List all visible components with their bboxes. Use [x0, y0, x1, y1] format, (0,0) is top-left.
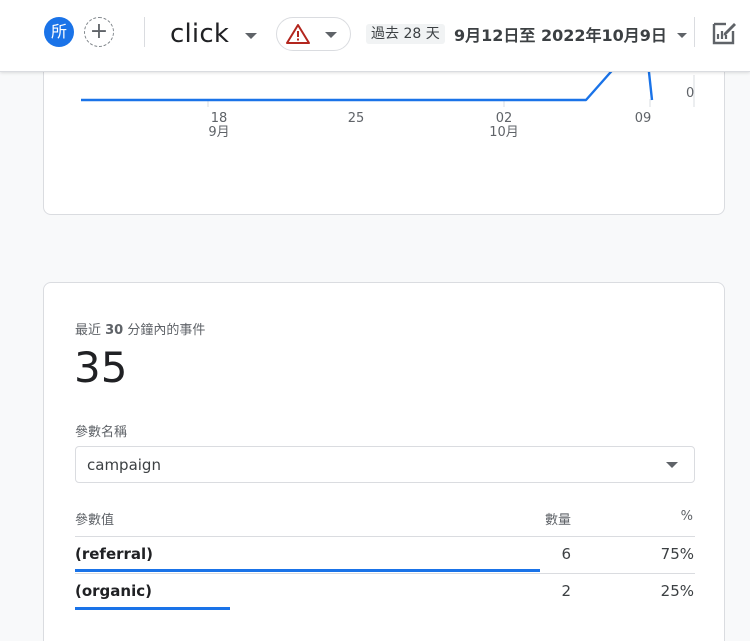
- column-header-count: 數量: [544, 513, 571, 528]
- chevron-down-icon: [325, 32, 337, 38]
- table-row[interactable]: (organic) 2 25%: [75, 574, 695, 611]
- recent-events-label: 最近 30 分鐘內的事件: [75, 319, 205, 338]
- warning-icon: [286, 24, 310, 44]
- parameter-name-label: 參數名稱: [75, 425, 128, 440]
- column-header-percent: %: [680, 509, 693, 524]
- toolbar-divider: [144, 17, 145, 47]
- share-bar: [75, 569, 540, 572]
- share-bar: [75, 607, 230, 610]
- parameter-count: 2: [561, 582, 571, 600]
- parameter-value: (referral): [75, 545, 154, 563]
- event-selector[interactable]: click: [170, 16, 258, 52]
- parameter-table-header: 參數值 數量 %: [75, 509, 695, 537]
- chevron-down-icon: [666, 462, 678, 468]
- date-range-picker[interactable]: 9月12日至 2022年10月9日: [454, 22, 687, 46]
- data-quality-warning-button[interactable]: [276, 17, 351, 51]
- x-tick-label: 09: [635, 111, 652, 126]
- add-comparison-button[interactable]: +: [84, 17, 114, 47]
- table-row[interactable]: (referral) 6 75%: [75, 537, 695, 574]
- parameter-name-dropdown[interactable]: campaign: [75, 446, 695, 483]
- report-toolbar: 所 + click 過去 28 天 9月12日至 2022年10月9日: [0, 0, 750, 72]
- all-users-avatar[interactable]: 所: [44, 17, 74, 47]
- recent-events-card: 最近 30 分鐘內的事件 35 參數名稱 campaign 參數值 數量 % (…: [43, 282, 725, 641]
- x-tick-month-label: 9月: [208, 125, 229, 140]
- customize-report-button[interactable]: [710, 19, 738, 47]
- parameter-value: (organic): [75, 582, 152, 600]
- date-range-text: 9月12日至 2022年10月9日: [454, 26, 667, 45]
- y-tick-label: 0: [686, 86, 694, 101]
- parameter-percent: 75%: [660, 545, 694, 563]
- x-tick-label: 02: [496, 111, 513, 126]
- chevron-down-icon: [245, 33, 258, 39]
- parameter-name-value: campaign: [87, 456, 161, 474]
- parameter-count: 6: [561, 545, 571, 563]
- label-suffix: 分鐘內的事件: [123, 323, 206, 338]
- x-tick-label: 25: [348, 111, 365, 126]
- x-tick-label: 18: [211, 111, 228, 126]
- label-prefix: 最近: [75, 323, 106, 338]
- event-name: click: [170, 19, 230, 49]
- chevron-down-icon: [676, 32, 687, 38]
- recent-events-count: 35: [74, 343, 128, 392]
- edit-report-icon: [712, 22, 736, 45]
- parameter-percent: 25%: [660, 582, 694, 600]
- x-tick-month-label: 10月: [489, 125, 519, 140]
- toolbar-divider: [694, 17, 695, 47]
- date-preset-chip: 過去 28 天: [366, 24, 445, 44]
- column-header-value: 參數值: [75, 513, 115, 528]
- label-number: 30: [105, 323, 124, 338]
